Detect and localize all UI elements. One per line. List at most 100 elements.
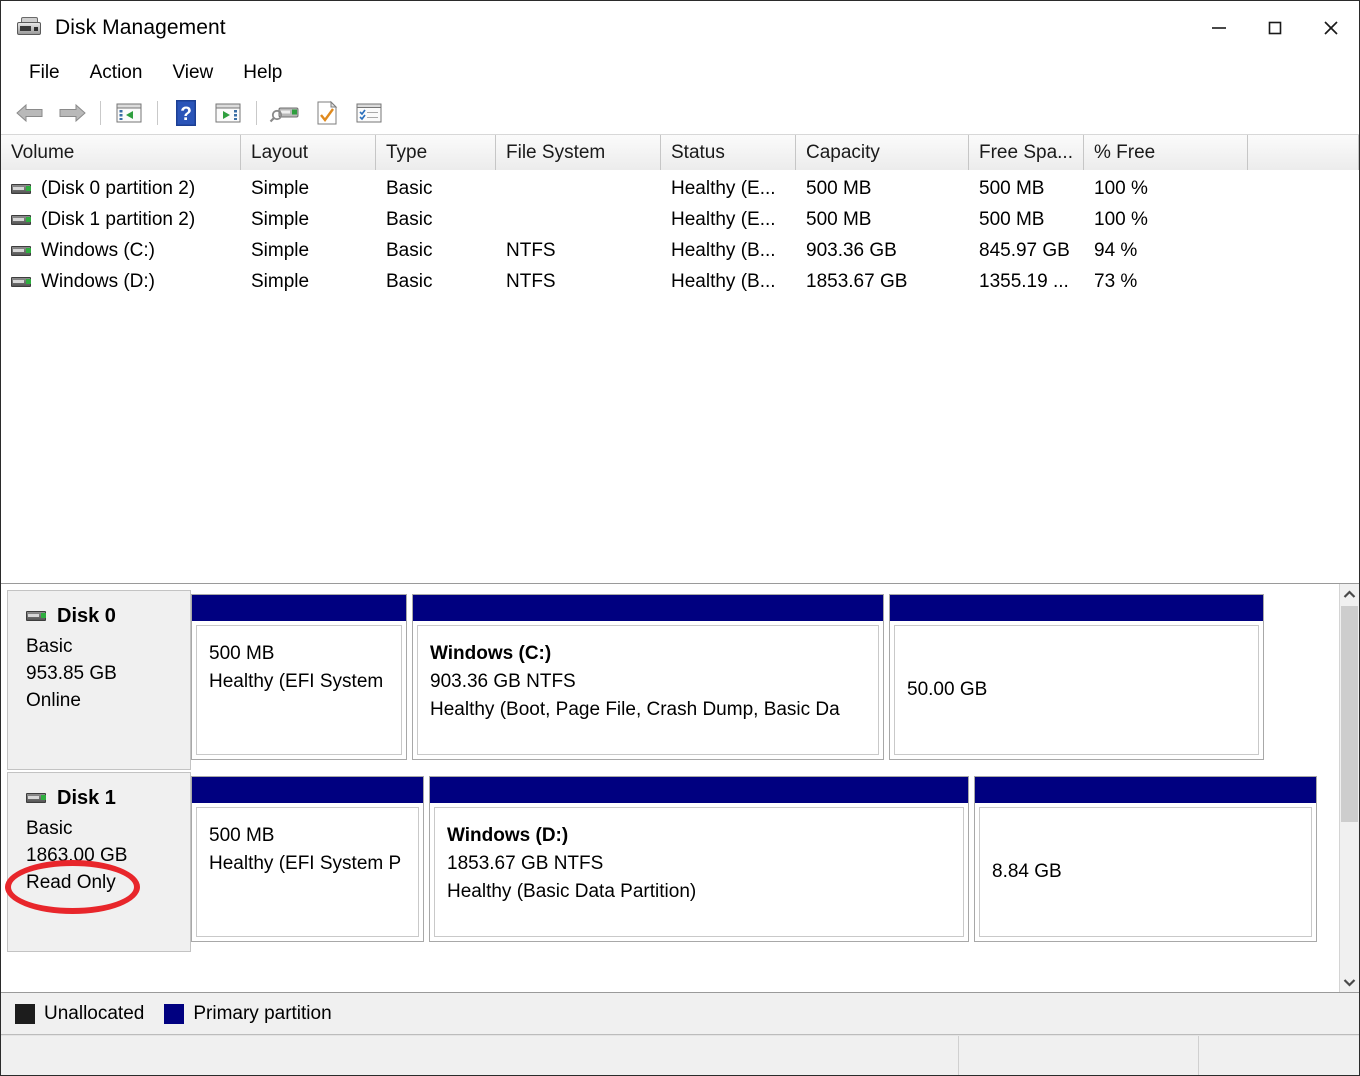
menu-item-view[interactable]: View xyxy=(158,59,227,87)
graphical-view-scrollbar[interactable] xyxy=(1339,584,1359,992)
help-icon[interactable]: ? xyxy=(165,95,207,131)
partition-details: 500 MB Healthy (EFI System xyxy=(196,625,402,755)
disk-state-0: Online xyxy=(26,687,190,714)
column-header-percent-free[interactable]: % Free xyxy=(1084,135,1248,170)
legend-label-primary-partition: Primary partition xyxy=(193,1003,331,1025)
menu-item-help[interactable]: Help xyxy=(229,59,296,87)
cell-file-system xyxy=(496,204,661,235)
cell-layout: Simple xyxy=(241,204,376,235)
cell-volume-label: (Disk 1 partition 2) xyxy=(41,209,195,231)
partition-color-bar xyxy=(192,777,423,803)
menu-item-file[interactable]: File xyxy=(15,59,74,87)
partition-details: 500 MB Healthy (EFI System P xyxy=(196,807,419,937)
svg-text:?: ? xyxy=(180,104,192,125)
cell-layout: Simple xyxy=(241,235,376,266)
disk-info-panel-0[interactable]: Disk 0 Basic 953.85 GB Online xyxy=(7,590,191,770)
scrollbar-thumb[interactable] xyxy=(1341,606,1358,822)
disk-state-1: Read Only xyxy=(26,869,190,896)
disk-size-1: 1863.00 GB xyxy=(26,842,190,869)
drive-icon xyxy=(26,610,50,623)
cell-file-system xyxy=(496,173,661,204)
cell-percent-free: 100 % xyxy=(1084,204,1248,235)
disk-info-panel-1[interactable]: Disk 1 Basic 1863.00 GB Read Only xyxy=(7,772,191,952)
partition-color-bar xyxy=(413,595,883,621)
minimize-button[interactable] xyxy=(1191,1,1247,55)
partition-label-1-1: Windows (D:) xyxy=(447,822,953,850)
status-bar-section-main xyxy=(1,1036,959,1075)
drive-icon xyxy=(26,792,50,805)
rescan-disks-icon[interactable] xyxy=(264,95,306,131)
partition-block-efi-0[interactable]: 500 MB Healthy (EFI System xyxy=(191,594,407,760)
scroll-up-arrow-icon[interactable] xyxy=(1340,584,1359,604)
maximize-button[interactable] xyxy=(1247,1,1303,55)
partition-size-1-1: 1853.67 GB NTFS xyxy=(447,850,953,878)
cell-volume-label: (Disk 0 partition 2) xyxy=(41,178,195,200)
legend: Unallocated Primary partition xyxy=(1,993,1359,1035)
partition-details: 50.00 GB xyxy=(894,625,1259,755)
disk-partitions-1: 500 MB Healthy (EFI System P Windows (D:… xyxy=(191,772,1339,952)
scroll-down-arrow-icon[interactable] xyxy=(1340,972,1359,992)
disk-name-label-0: Disk 0 xyxy=(57,605,116,628)
table-row[interactable]: (Disk 0 partition 2) Simple Basic Health… xyxy=(1,173,1359,204)
partition-color-bar xyxy=(890,595,1263,621)
partition-block-unallocated-1[interactable]: 8.84 GB xyxy=(974,776,1317,942)
legend-swatch-primary-partition xyxy=(164,1004,184,1024)
column-header-layout[interactable]: Layout xyxy=(241,135,376,170)
partition-size-0-0: 500 MB xyxy=(209,640,391,668)
table-row[interactable]: Windows (D:) Simple Basic NTFS Healthy (… xyxy=(1,266,1359,297)
column-header-file-system[interactable]: File System xyxy=(496,135,661,170)
cell-percent-free: 94 % xyxy=(1084,235,1248,266)
disk-row-0: Disk 0 Basic 953.85 GB Online 500 MB Hea… xyxy=(7,590,1339,770)
partition-block-windows-d[interactable]: Windows (D:) 1853.67 GB NTFS Healthy (Ba… xyxy=(429,776,969,942)
cell-percent-free: 100 % xyxy=(1084,173,1248,204)
column-header-type[interactable]: Type xyxy=(376,135,496,170)
partition-details: Windows (D:) 1853.67 GB NTFS Healthy (Ba… xyxy=(434,807,964,937)
forward-arrow-icon[interactable] xyxy=(51,95,93,131)
table-row[interactable]: Windows (C:) Simple Basic NTFS Healthy (… xyxy=(1,235,1359,266)
menu-item-action[interactable]: Action xyxy=(76,59,157,87)
cell-volume: (Disk 0 partition 2) xyxy=(1,173,241,204)
table-row[interactable]: (Disk 1 partition 2) Simple Basic Health… xyxy=(1,204,1359,235)
drive-icon xyxy=(11,183,33,195)
partition-color-bar xyxy=(192,595,406,621)
column-header-volume[interactable]: Volume xyxy=(1,135,241,170)
cell-free-space: 1355.19 ... xyxy=(969,266,1084,297)
status-bar-section-2 xyxy=(959,1036,1199,1075)
close-button[interactable] xyxy=(1303,1,1359,55)
partition-size-1-2: 8.84 GB xyxy=(992,858,1062,886)
legend-swatch-unallocated xyxy=(15,1004,35,1024)
cell-volume: Windows (C:) xyxy=(1,235,241,266)
column-header-free-space[interactable]: Free Spa... xyxy=(969,135,1084,170)
cell-type: Basic xyxy=(376,173,496,204)
disk-row-1: Disk 1 Basic 1863.00 GB Read Only 500 MB… xyxy=(7,772,1339,952)
show-hide-console-tree-icon[interactable] xyxy=(108,95,150,131)
partition-label-0-1: Windows (C:) xyxy=(430,640,868,668)
cell-volume-label: Windows (C:) xyxy=(41,240,155,262)
list-view-icon[interactable] xyxy=(348,95,390,131)
properties-icon[interactable] xyxy=(306,95,348,131)
status-bar xyxy=(1,1035,1359,1075)
partition-status-1-1: Healthy (Basic Data Partition) xyxy=(447,878,953,906)
drive-icon xyxy=(11,245,33,257)
back-arrow-icon[interactable] xyxy=(9,95,51,131)
drive-icon xyxy=(11,276,33,288)
partition-size-0-2: 50.00 GB xyxy=(907,676,987,704)
show-hide-action-pane-icon[interactable] xyxy=(207,95,249,131)
cell-percent-free: 73 % xyxy=(1084,266,1248,297)
column-header-status[interactable]: Status xyxy=(661,135,796,170)
volume-list-header: Volume Layout Type File System Status Ca… xyxy=(1,135,1359,170)
menu-bar: File Action View Help xyxy=(1,55,1359,91)
graphical-view-pane: Disk 0 Basic 953.85 GB Online 500 MB Hea… xyxy=(1,584,1359,993)
partition-block-unallocated-0[interactable]: 50.00 GB xyxy=(889,594,1264,760)
cell-type: Basic xyxy=(376,235,496,266)
cell-status: Healthy (B... xyxy=(661,266,796,297)
cell-layout: Simple xyxy=(241,266,376,297)
partition-status-0-1: Healthy (Boot, Page File, Crash Dump, Ba… xyxy=(430,696,868,724)
toolbar: ? xyxy=(1,91,1359,135)
cell-capacity: 1853.67 GB xyxy=(796,266,969,297)
partition-size-1-0: 500 MB xyxy=(209,822,408,850)
column-header-capacity[interactable]: Capacity xyxy=(796,135,969,170)
volume-list-pane: Volume Layout Type File System Status Ca… xyxy=(1,135,1359,584)
partition-block-windows-c[interactable]: Windows (C:) 903.36 GB NTFS Healthy (Boo… xyxy=(412,594,884,760)
partition-block-efi-1[interactable]: 500 MB Healthy (EFI System P xyxy=(191,776,424,942)
